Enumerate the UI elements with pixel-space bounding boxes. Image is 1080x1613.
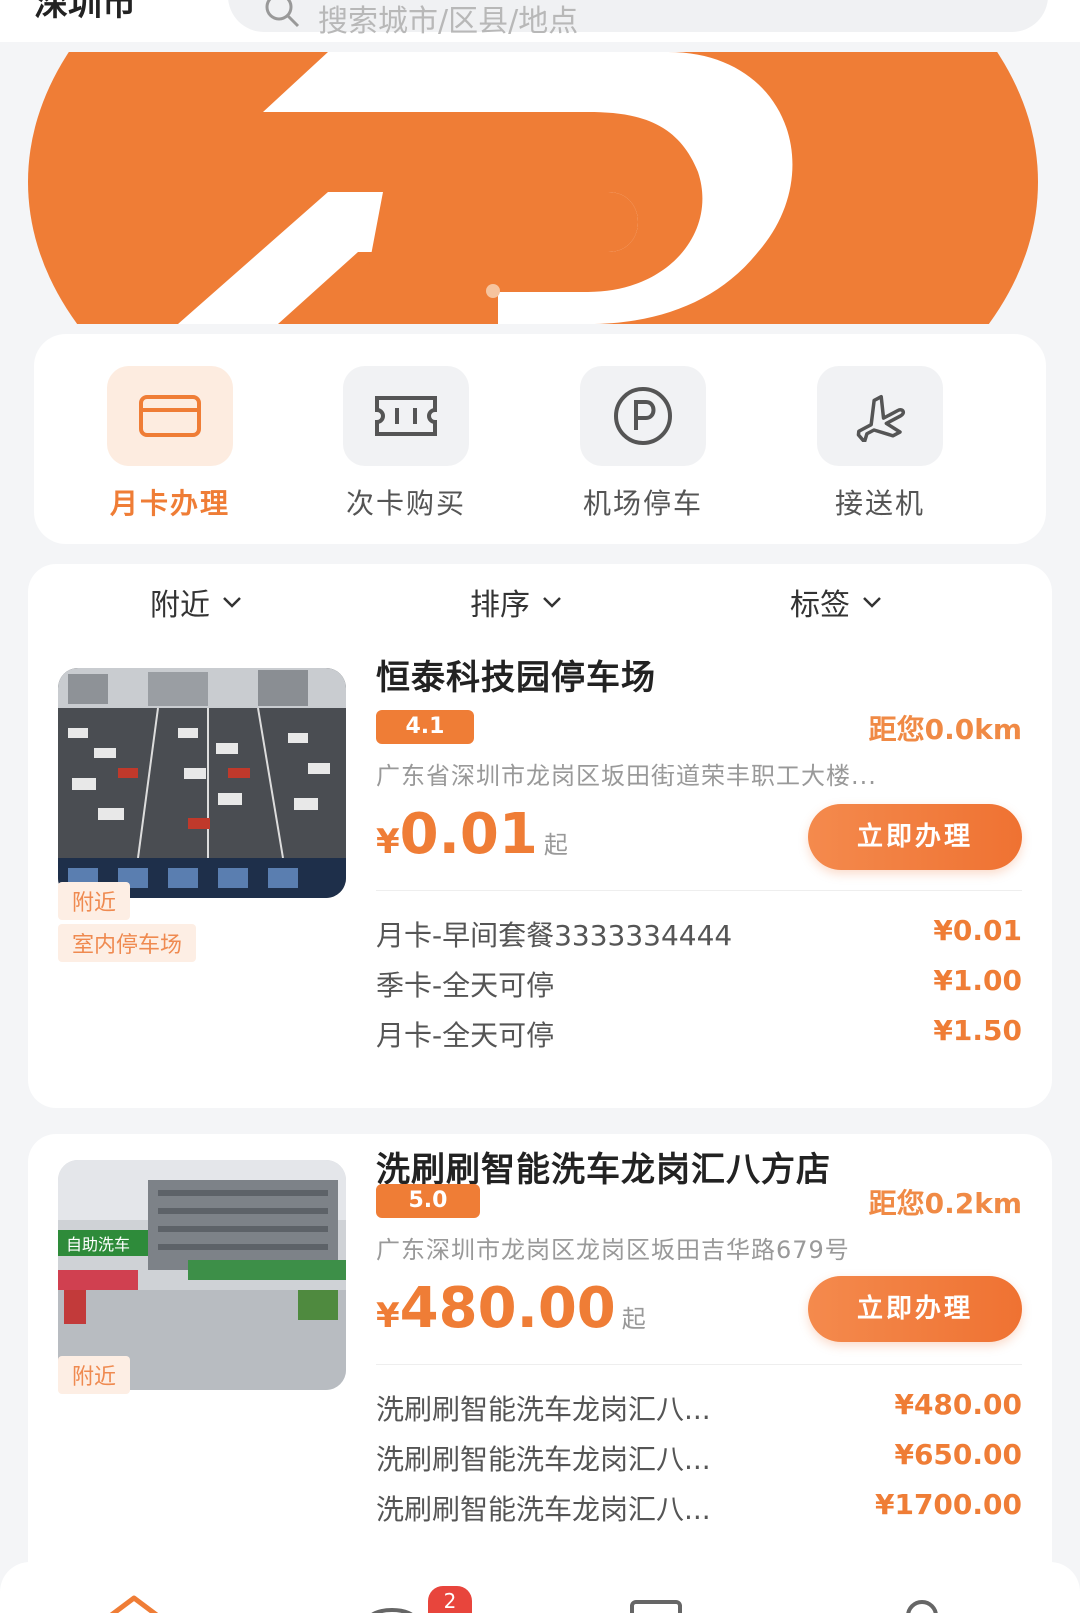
menu-icon-box xyxy=(580,366,706,466)
airplane-icon xyxy=(856,394,906,442)
filter-label: 附近 xyxy=(150,588,210,623)
price-label: ¥0.01 起 xyxy=(376,802,568,867)
divider xyxy=(376,1364,1022,1365)
profile-icon[interactable] xyxy=(892,1592,952,1613)
filter-tags[interactable]: 标签 xyxy=(790,580,884,624)
address-label: 广东省深圳市龙岗区坂田街道荣丰职工大楼... xyxy=(376,762,877,790)
divider xyxy=(376,890,1022,891)
package-price: ¥0.01 xyxy=(933,914,1022,947)
tag-nearby: 附近 xyxy=(58,882,131,920)
bottom-nav xyxy=(0,1562,1080,1613)
package-name: 洗刷刷智能洗车龙岗汇八... xyxy=(376,1493,711,1526)
menu-label: 次卡购买 xyxy=(345,487,466,520)
parking-lot-photo[interactable] xyxy=(58,668,346,898)
menu-label: 接送机 xyxy=(834,487,925,520)
city-selector[interactable]: 深圳市 xyxy=(34,0,136,25)
service-menu: 月卡办理 次卡购买 机场停车 接送机 xyxy=(34,334,1046,544)
apply-now-button[interactable]: 立即办理 xyxy=(808,804,1022,870)
top-bar: 深圳市 搜索城市/区县/地点 xyxy=(0,0,1080,42)
package-name: 月卡-全天可停 xyxy=(376,1019,555,1052)
package-row[interactable]: 洗刷刷智能洗车龙岗汇八... ¥480.00 xyxy=(376,1388,1022,1428)
parking-lot-image xyxy=(58,668,346,898)
chevron-down-icon[interactable] xyxy=(176,0,198,2)
lot-name: 恒泰科技园停车场 xyxy=(376,658,656,698)
currency-symbol: ¥ xyxy=(376,822,400,862)
filter-label: 排序 xyxy=(470,588,530,623)
apply-now-button[interactable]: 立即办理 xyxy=(808,1276,1022,1342)
currency-symbol: ¥ xyxy=(376,1296,400,1336)
package-row[interactable]: 季卡-全天可停 ¥1.00 xyxy=(376,964,1022,1004)
menu-label: 机场停车 xyxy=(582,487,703,520)
filter-bar: 附近 排序 标签 xyxy=(28,580,1052,640)
tag-nearby: 附近 xyxy=(58,1356,131,1394)
package-name: 季卡-全天可停 xyxy=(376,969,555,1002)
notification-badge: 2 xyxy=(428,1586,472,1613)
search-icon xyxy=(265,0,300,28)
search-placeholder: 搜索城市/区县/地点 xyxy=(318,4,579,39)
package-price: ¥480.00 xyxy=(894,1388,1022,1421)
tag-indoor-parking: 室内停车场 xyxy=(58,924,197,962)
card-icon xyxy=(139,395,201,437)
parking-lot-card[interactable]: 自助洗车 附近 洗刷刷智能洗车龙岗汇八方店 5.0 距您0.2km 广东深圳市龙… xyxy=(28,1134,1052,1613)
card-icon[interactable] xyxy=(626,1592,686,1613)
menu-item-monthly-card[interactable]: 月卡办理 xyxy=(70,366,270,522)
chevron-down-icon xyxy=(223,597,241,608)
menu-item-airport-parking[interactable]: 机场停车 xyxy=(543,366,743,522)
package-price: ¥650.00 xyxy=(894,1438,1022,1471)
price-value: 480.00 xyxy=(399,1276,616,1341)
package-row[interactable]: 洗刷刷智能洗车龙岗汇八... ¥650.00 xyxy=(376,1438,1022,1478)
home-icon[interactable] xyxy=(104,1592,164,1613)
package-price: ¥1.00 xyxy=(933,964,1022,997)
package-name: 洗刷刷智能洗车龙岗汇八... xyxy=(376,1443,711,1476)
svg-text:自助洗车: 自助洗车 xyxy=(66,1235,130,1254)
package-row[interactable]: 洗刷刷智能洗车龙岗汇八... ¥1700.00 xyxy=(376,1488,1022,1528)
menu-item-airport-transfer[interactable]: 接送机 xyxy=(780,366,980,522)
filter-nearby[interactable]: 附近 xyxy=(150,580,244,624)
price-suffix: 起 xyxy=(621,1305,646,1333)
chevron-down-icon xyxy=(863,597,881,608)
price-suffix: 起 xyxy=(543,831,568,859)
menu-icon-box xyxy=(107,366,233,466)
price-value: 0.01 xyxy=(399,802,538,867)
menu-icon-box xyxy=(343,366,469,466)
address-label: 广东深圳市龙岗区龙岗区坂田吉华路679号 xyxy=(376,1236,850,1264)
search-bar[interactable]: 搜索城市/区县/地点 xyxy=(228,0,1048,39)
carousel-indicator[interactable] xyxy=(486,284,500,298)
rating-badge: 5.0 xyxy=(376,1184,480,1218)
parking-lot-card[interactable]: 附近 排序 标签 附近 室内停车场 恒泰科技园停车场 4.1 距您0.0km 广… xyxy=(28,564,1052,1108)
distance-label: 距您0.2km xyxy=(868,1187,1022,1220)
package-price: ¥1.50 xyxy=(933,1014,1022,1047)
chevron-down-icon xyxy=(543,597,561,608)
parking-logo-image xyxy=(28,52,1038,324)
package-price: ¥1700.00 xyxy=(874,1488,1022,1521)
promo-banner[interactable] xyxy=(28,52,1038,324)
package-row[interactable]: 月卡-全天可停 ¥1.50 xyxy=(376,1014,1022,1054)
message-icon[interactable] xyxy=(362,1592,422,1613)
menu-item-pass-purchase[interactable]: 次卡购买 xyxy=(306,366,506,522)
parking-icon xyxy=(614,387,672,445)
package-name: 月卡-早间套餐3333334444 xyxy=(376,919,733,952)
rating-badge: 4.1 xyxy=(376,710,474,744)
price-label: ¥480.00 起 xyxy=(376,1276,646,1341)
ticket-icon xyxy=(375,396,437,436)
menu-icon-box xyxy=(817,366,943,466)
filter-label: 标签 xyxy=(790,588,850,623)
package-name: 洗刷刷智能洗车龙岗汇八... xyxy=(376,1393,711,1426)
menu-label: 月卡办理 xyxy=(109,487,230,520)
distance-label: 距您0.0km xyxy=(868,713,1022,746)
package-row[interactable]: 月卡-早间套餐3333334444 ¥0.01 xyxy=(376,914,1022,954)
filter-sort[interactable]: 排序 xyxy=(470,580,564,624)
